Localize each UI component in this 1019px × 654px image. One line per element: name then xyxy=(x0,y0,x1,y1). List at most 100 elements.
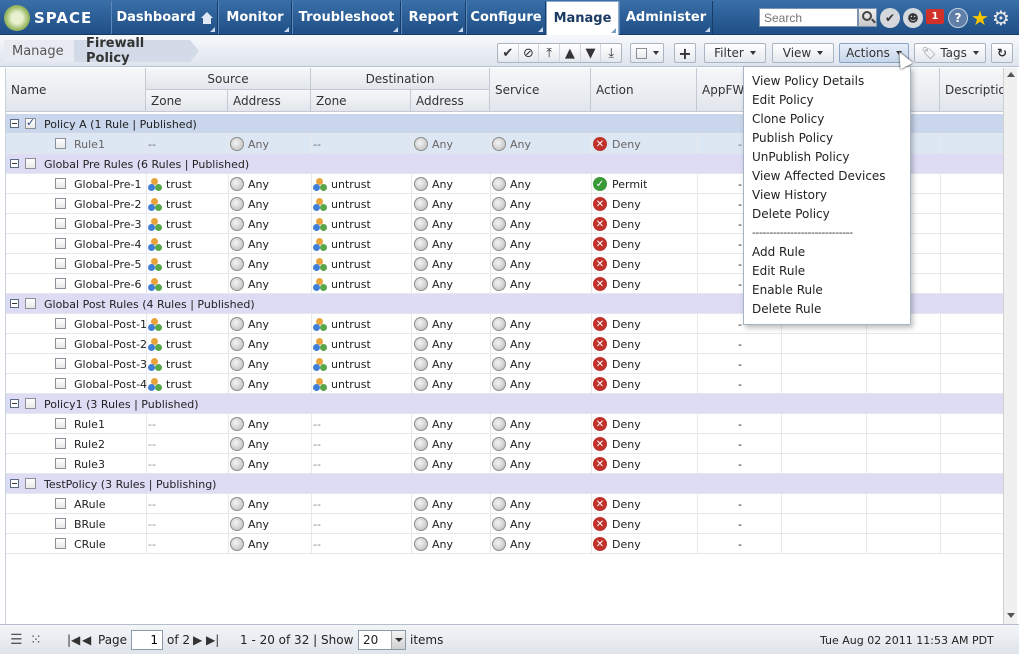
gear-icon[interactable]: ⚙ xyxy=(991,6,1011,30)
menu-item-delete-policy[interactable]: Delete Policy xyxy=(744,204,910,223)
select-all-dropdown[interactable] xyxy=(630,43,664,63)
rule-checkbox[interactable] xyxy=(55,198,66,209)
scroll-down-icon[interactable] xyxy=(1007,613,1015,618)
menu-item-unpublish-policy[interactable]: UnPublish Policy xyxy=(744,147,910,166)
move-up-button[interactable]: ▲ xyxy=(560,44,581,62)
app-logo[interactable]: SPACE xyxy=(0,0,111,35)
first-page-icon[interactable]: |◀ xyxy=(67,632,80,648)
filter-button[interactable]: Filter xyxy=(704,43,766,63)
rule-row[interactable]: Global-Post-3 trust Any untrust Any Any ✕ Deny - xyxy=(6,354,1003,374)
group-checkbox[interactable] xyxy=(25,158,36,169)
move-top-button[interactable]: ⤒ xyxy=(539,44,561,62)
menu-item-delete-rule[interactable]: Delete Rule xyxy=(744,299,910,318)
previous-page-icon[interactable]: ◀ xyxy=(82,632,91,648)
header-name[interactable]: Name xyxy=(6,68,146,112)
menu-item-view-history[interactable]: View History xyxy=(744,185,910,204)
page-size-select[interactable]: 20 xyxy=(358,630,406,650)
last-page-icon[interactable]: ▶| xyxy=(206,632,219,648)
rule-row[interactable]: Rule1 -- Any -- Any Any ✕ Deny - xyxy=(6,414,1003,434)
header-service[interactable]: Service xyxy=(490,68,591,112)
search-button[interactable] xyxy=(858,8,877,27)
rule-checkbox[interactable] xyxy=(55,498,66,509)
rule-checkbox[interactable] xyxy=(55,318,66,329)
policy-group-row[interactable]: TestPolicy (3 Rules | Publishing) xyxy=(6,474,1003,494)
group-checkbox[interactable] xyxy=(25,398,36,409)
column-divider xyxy=(697,174,698,194)
move-down-button[interactable]: ▼ xyxy=(581,44,602,62)
rule-checkbox[interactable] xyxy=(55,338,66,349)
header-destination-address[interactable]: Address xyxy=(411,90,490,112)
tab-configure[interactable]: Configure xyxy=(466,1,546,34)
tab-dashboard[interactable]: Dashboard xyxy=(111,1,218,34)
collapse-icon[interactable] xyxy=(10,479,19,488)
menu-item-edit-rule[interactable]: Edit Rule xyxy=(744,261,910,280)
header-action[interactable]: Action xyxy=(591,68,697,112)
rule-checkbox[interactable] xyxy=(55,538,66,549)
header-description[interactable]: Description xyxy=(940,68,1003,112)
rule-row[interactable]: BRule -- Any -- Any Any ✕ Deny - xyxy=(6,514,1003,534)
menu-item-add-rule[interactable]: Add Rule xyxy=(744,242,910,261)
menu-item-enable-rule[interactable]: Enable Rule xyxy=(744,280,910,299)
rule-row[interactable]: Rule2 -- Any -- Any Any ✕ Deny - xyxy=(6,434,1003,454)
rule-checkbox[interactable] xyxy=(55,518,66,529)
tags-button[interactable]: 🏷 Tags xyxy=(914,43,986,63)
grid-view-icon[interactable]: ⁙ xyxy=(30,632,42,648)
rule-checkbox[interactable] xyxy=(55,258,66,269)
rule-row[interactable]: Rule3 -- Any -- Any Any ✕ Deny - xyxy=(6,454,1003,474)
tab-administer[interactable]: Administer xyxy=(619,1,713,34)
group-checkbox[interactable] xyxy=(25,116,36,129)
rule-checkbox[interactable] xyxy=(55,278,66,289)
rule-checkbox[interactable] xyxy=(55,438,66,449)
list-view-icon[interactable]: ☰ xyxy=(10,632,23,648)
header-source-zone[interactable]: Zone xyxy=(146,90,228,112)
rule-checkbox[interactable] xyxy=(55,178,66,189)
rule-row[interactable]: ARule -- Any -- Any Any ✕ Deny - xyxy=(6,494,1003,514)
rule-checkbox[interactable] xyxy=(55,418,66,429)
next-page-icon[interactable]: ▶ xyxy=(193,632,202,648)
vertical-scrollbar[interactable] xyxy=(1003,68,1017,624)
scroll-up-icon[interactable] xyxy=(1007,72,1015,77)
refresh-button[interactable]: ↻ xyxy=(991,43,1013,63)
rule-checkbox[interactable] xyxy=(55,238,66,249)
tab-manage[interactable]: Manage xyxy=(546,1,619,35)
menu-item-view-affected-devices[interactable]: View Affected Devices xyxy=(744,166,910,185)
rule-row[interactable]: CRule -- Any -- Any Any ✕ Deny - xyxy=(6,534,1003,554)
tab-troubleshoot[interactable]: Troubleshoot xyxy=(292,1,401,34)
header-source-address[interactable]: Address xyxy=(228,90,311,112)
disable-rule-button[interactable]: ⊘ xyxy=(519,44,540,62)
menu-item-view-policy-details[interactable]: View Policy Details xyxy=(744,71,910,90)
user-icon[interactable]: ☻ xyxy=(903,8,923,28)
collapse-icon[interactable] xyxy=(10,119,19,128)
rule-row[interactable]: Global-Post-2 trust Any untrust Any Any ✕ Deny - xyxy=(6,334,1003,354)
help-icon[interactable]: ? xyxy=(948,8,968,28)
tasks-check-icon[interactable]: ✔ xyxy=(880,8,900,28)
favorites-star-icon[interactable]: ★ xyxy=(970,6,990,30)
group-checkbox[interactable] xyxy=(25,478,36,489)
collapse-icon[interactable] xyxy=(10,159,19,168)
policy-group-row[interactable]: Policy1 (3 Rules | Published) xyxy=(6,394,1003,414)
breadcrumb-manage[interactable]: Manage xyxy=(4,40,74,62)
view-button[interactable]: View xyxy=(772,43,834,63)
collapse-icon[interactable] xyxy=(10,299,19,308)
group-checkbox[interactable] xyxy=(25,298,36,309)
rule-checkbox[interactable] xyxy=(55,138,66,149)
select-all-checkbox[interactable] xyxy=(635,47,647,59)
menu-item-edit-policy[interactable]: Edit Policy xyxy=(744,90,910,109)
rule-checkbox[interactable] xyxy=(55,358,66,369)
move-bottom-button[interactable]: ⤓ xyxy=(601,44,621,62)
rule-row[interactable]: Global-Post-4 trust Any untrust Any Any ✕ Deny - xyxy=(6,374,1003,394)
enable-rule-button[interactable]: ✔ xyxy=(498,44,519,62)
alert-count-badge[interactable]: 1 xyxy=(926,9,944,24)
menu-item-publish-policy[interactable]: Publish Policy xyxy=(744,128,910,147)
add-button[interactable]: + xyxy=(674,43,696,63)
tab-monitor[interactable]: Monitor xyxy=(218,1,292,34)
search-input[interactable] xyxy=(759,8,858,27)
menu-item-clone-policy[interactable]: Clone Policy xyxy=(744,109,910,128)
page-number-input[interactable] xyxy=(131,630,163,650)
collapse-icon[interactable] xyxy=(10,399,19,408)
header-destination-zone[interactable]: Zone xyxy=(311,90,411,112)
tab-report[interactable]: Report xyxy=(401,1,466,34)
rule-checkbox[interactable] xyxy=(55,458,66,469)
rule-checkbox[interactable] xyxy=(55,378,66,389)
rule-checkbox[interactable] xyxy=(55,218,66,229)
